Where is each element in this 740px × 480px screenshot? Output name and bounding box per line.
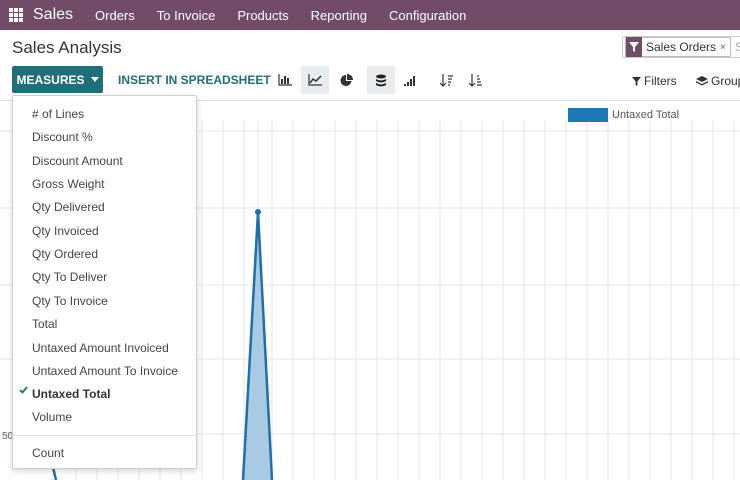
- line-chart-button[interactable]: [301, 66, 329, 94]
- measure-item[interactable]: Volume: [13, 405, 196, 428]
- measures-dropdown: # of Lines Discount % Discount Amount Gr…: [12, 95, 197, 469]
- measure-item[interactable]: Discount Amount: [13, 149, 196, 172]
- data-point[interactable]: [255, 209, 261, 215]
- cumulative-button[interactable]: [396, 66, 424, 94]
- measure-item-count[interactable]: Count: [13, 441, 196, 464]
- menu-to-invoice[interactable]: To Invoice: [157, 8, 216, 23]
- checkmark-icon: [19, 386, 28, 394]
- menu-configuration[interactable]: Configuration: [389, 8, 466, 23]
- stacked-button[interactable]: [367, 66, 395, 94]
- filter-icon: [632, 76, 641, 86]
- facet-remove-icon[interactable]: ×: [720, 42, 730, 53]
- menu-divider: [13, 435, 196, 436]
- measures-button[interactable]: MEASURES: [12, 66, 103, 93]
- search-bar[interactable]: Sales Orders × Se: [622, 36, 740, 58]
- search-input[interactable]: Se: [735, 40, 740, 54]
- measure-item[interactable]: Qty Delivered: [13, 195, 196, 218]
- menu-products[interactable]: Products: [237, 8, 288, 23]
- measure-item[interactable]: Qty To Invoice: [13, 289, 196, 312]
- filters-label: Filters: [644, 74, 677, 88]
- app-brand[interactable]: Sales: [33, 6, 73, 24]
- measure-label: Qty To Deliver: [32, 269, 108, 284]
- sort-descending-button[interactable]: [432, 66, 460, 94]
- measure-label: Untaxed Amount Invoiced: [32, 340, 169, 355]
- sort-ascending-button[interactable]: [461, 66, 489, 94]
- measure-label: Volume: [32, 409, 73, 424]
- pie-chart-icon: [340, 73, 353, 86]
- measure-label: Qty Ordered: [32, 246, 99, 261]
- measure-item[interactable]: Untaxed Amount Invoiced: [13, 336, 196, 359]
- sort-asc-icon: [468, 73, 482, 87]
- measure-label: Discount %: [32, 129, 93, 144]
- legend-label: Untaxed Total: [612, 109, 680, 121]
- sort-desc-icon: [439, 73, 453, 87]
- stacked-icon: [376, 74, 386, 86]
- groupby-label: Group: [711, 74, 740, 88]
- apps-menu-icon[interactable]: [9, 8, 23, 22]
- measures-label: MEASURES: [16, 72, 85, 87]
- chart-legend[interactable]: Untaxed Total: [568, 108, 679, 122]
- caret-down-icon: [90, 77, 99, 82]
- insert-in-spreadsheet-button[interactable]: INSERT IN SPREADSHEET: [118, 73, 271, 87]
- measure-label: Qty To Invoice: [32, 293, 108, 308]
- series-area: [243, 212, 272, 480]
- measure-item[interactable]: Total: [13, 312, 196, 335]
- pie-chart-button[interactable]: [332, 66, 360, 94]
- page-title: Sales Analysis: [12, 38, 122, 57]
- measure-label: Untaxed Amount To Invoice: [32, 363, 178, 378]
- measure-label: Total: [32, 316, 58, 331]
- groupby-toggle[interactable]: Group: [696, 74, 740, 88]
- measure-item[interactable]: Qty Ordered: [13, 242, 196, 265]
- bar-chart-icon: [278, 74, 292, 86]
- menu-orders[interactable]: Orders: [95, 8, 135, 23]
- measure-label: Gross Weight: [32, 176, 105, 191]
- filter-icon: [626, 37, 642, 57]
- measure-item-checked[interactable]: Untaxed Total: [13, 382, 196, 405]
- measure-item[interactable]: Gross Weight: [13, 172, 196, 195]
- top-navbar: Sales Orders To Invoice Products Reporti…: [0, 0, 740, 30]
- measure-label: # of Lines: [32, 106, 85, 121]
- measure-label: Untaxed Total: [32, 386, 111, 401]
- menu-reporting[interactable]: Reporting: [311, 8, 367, 23]
- facet-label: Sales Orders: [646, 40, 717, 54]
- measure-item[interactable]: # of Lines: [13, 102, 196, 125]
- legend-swatch: [568, 108, 608, 122]
- search-facet: Sales Orders ×: [625, 37, 731, 57]
- line-chart-icon: [308, 74, 322, 86]
- layers-icon: [696, 75, 708, 85]
- filters-toggle[interactable]: Filters: [632, 74, 677, 88]
- bar-chart-button[interactable]: [271, 66, 299, 94]
- measure-label: Count: [32, 445, 65, 460]
- measure-item[interactable]: Qty Invoiced: [13, 219, 196, 242]
- measure-label: Discount Amount: [32, 153, 123, 168]
- cumulative-icon: [404, 75, 415, 86]
- measure-label: Qty Delivered: [32, 199, 105, 214]
- measure-item[interactable]: Discount %: [13, 125, 196, 148]
- measure-label: Qty Invoiced: [32, 223, 99, 238]
- measure-item[interactable]: Qty To Deliver: [13, 265, 196, 288]
- measure-item[interactable]: Untaxed Amount To Invoice: [13, 359, 196, 382]
